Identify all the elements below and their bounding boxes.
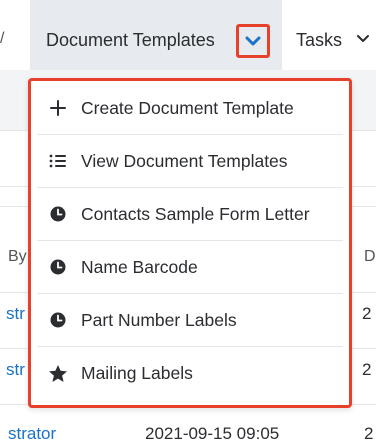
nav-item-document-templates-label[interactable]: Document Templates — [46, 30, 215, 51]
row-user-link[interactable]: str — [6, 360, 25, 380]
column-header-date-fragment[interactable]: D — [364, 248, 376, 266]
document-templates-dropdown-toggle[interactable] — [236, 24, 270, 58]
top-nav-bar: / Document Templates Tasks — [0, 0, 376, 71]
menu-item-label: Mailing Labels — [81, 363, 193, 383]
row-date: 2021-09-15 09:05 — [145, 424, 280, 443]
menu-item-name-barcode[interactable]: Name Barcode — [37, 241, 343, 294]
menu-item-label: Contacts Sample Form Letter — [81, 203, 310, 224]
column-header-by-fragment[interactable]: By — [8, 248, 27, 266]
row-date-fragment: 2 — [364, 424, 374, 443]
menu-item-label: View Document Templates — [81, 150, 288, 171]
tasks-chevron-down-icon[interactable] — [356, 34, 370, 44]
menu-item-part-number-labels[interactable]: Part Number Labels — [37, 294, 343, 347]
nav-item-previous-fragment[interactable]: / — [0, 30, 4, 48]
plus-icon — [47, 97, 69, 119]
menu-item-contacts-sample-form-letter[interactable]: Contacts Sample Form Letter — [37, 188, 343, 241]
menu-item-label: Part Number Labels — [81, 309, 237, 330]
clock-icon — [47, 309, 69, 331]
row-user-link[interactable]: str — [6, 304, 25, 324]
row-user-link[interactable]: strator — [8, 424, 56, 444]
clock-icon — [47, 256, 69, 278]
row-date: 2 — [362, 360, 372, 379]
menu-item-mailing-labels[interactable]: Mailing Labels — [37, 347, 343, 400]
nav-item-tasks-label[interactable]: Tasks — [296, 30, 342, 51]
row-date: 2 — [362, 304, 372, 323]
menu-item-create-document-template[interactable]: Create Document Template — [37, 82, 343, 135]
document-templates-dropdown-menu: Create Document Template View Document T… — [28, 78, 352, 408]
menu-item-label: Name Barcode — [81, 256, 198, 277]
clock-icon — [47, 203, 69, 225]
list-icon — [47, 150, 69, 172]
star-icon — [47, 363, 69, 385]
menu-item-view-document-templates[interactable]: View Document Templates — [37, 135, 343, 188]
menu-item-label: Create Document Template — [81, 97, 294, 118]
chevron-down-icon — [245, 36, 261, 46]
